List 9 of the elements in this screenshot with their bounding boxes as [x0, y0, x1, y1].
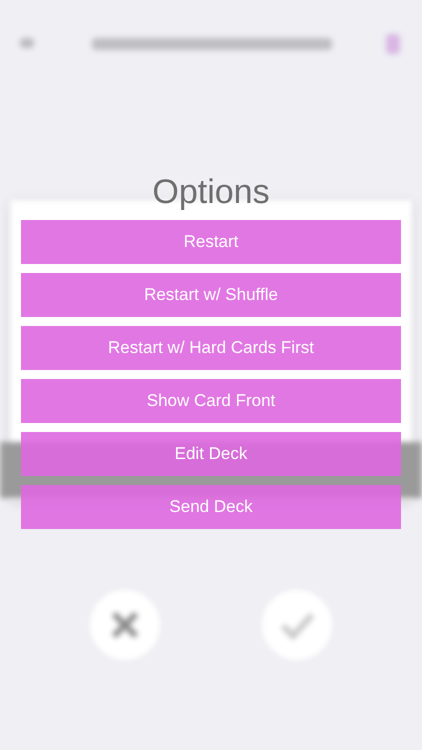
option-button[interactable]: Edit Deck: [21, 432, 401, 476]
close-icon: [110, 610, 140, 640]
dialog-title: Options: [152, 172, 270, 213]
option-button[interactable]: Send Deck: [21, 485, 401, 529]
option-button[interactable]: Show Card Front: [21, 379, 401, 423]
checkmark-icon: [279, 610, 315, 640]
option-button[interactable]: Restart w/ Hard Cards First: [21, 326, 401, 370]
option-button[interactable]: Restart w/ Shuffle: [21, 273, 401, 317]
option-button[interactable]: Restart: [21, 220, 401, 264]
